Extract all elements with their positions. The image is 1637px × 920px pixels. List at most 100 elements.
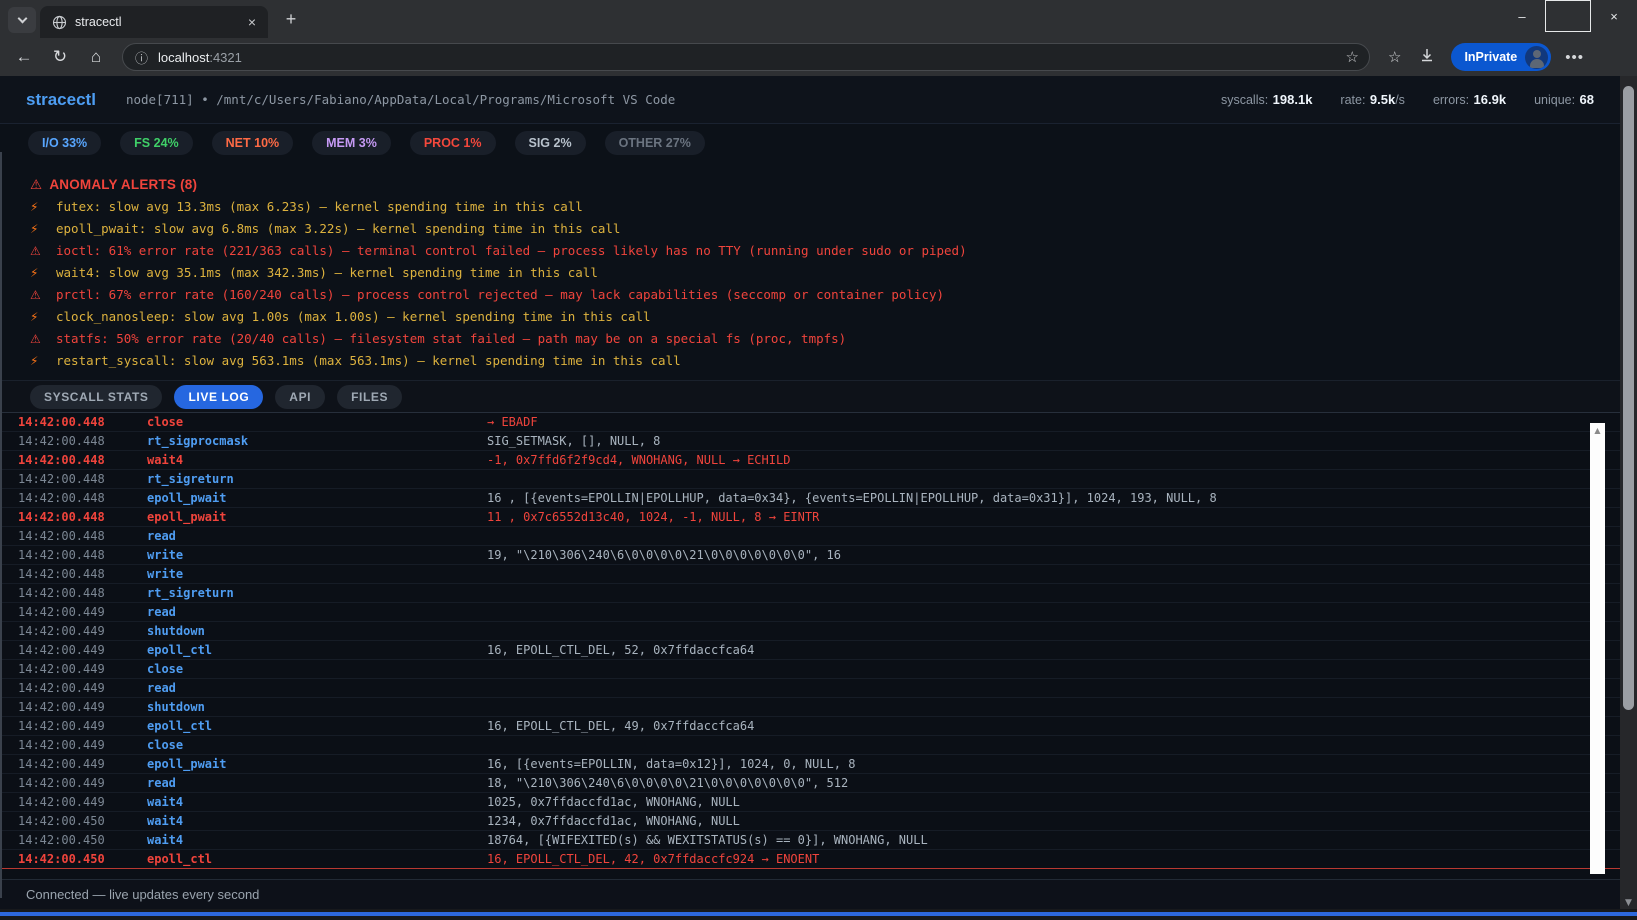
tab-search-button[interactable] [8, 7, 36, 33]
alerts-title-text: ANOMALY ALERTS (8) [49, 177, 197, 192]
alert-text: prctl: 67% error rate (160/240 calls) — … [56, 284, 944, 306]
log-timestamp: 14:42:00.449 [0, 698, 147, 716]
alert-icon: ⚡ [30, 218, 56, 240]
log-syscall-args: -1, 0x7ffd6f2f9cd4, WNOHANG, NULL → ECHI… [487, 451, 1620, 469]
view-tab[interactable]: LIVE LOG [174, 385, 263, 409]
category-badge: MEM 3% [312, 131, 391, 155]
log-timestamp: 14:42:00.448 [0, 565, 147, 583]
header-stats: syscalls: 198.1k rate: 9.5k/s errors: 16… [1221, 91, 1594, 109]
view-tab[interactable]: API [275, 385, 325, 409]
alert-line: ⚡ clock_nanosleep: slow avg 1.00s (max 1… [30, 306, 1620, 328]
refresh-button[interactable]: ↻ [48, 47, 72, 67]
log-syscall-args: 16, [{events=EPOLLIN, data=0x12}], 1024,… [487, 755, 1620, 773]
address-bar[interactable]: ⓘ localhost :4321 ☆ [122, 43, 1370, 71]
log-syscall-args [487, 603, 1620, 621]
log-syscall-name: close [147, 660, 487, 678]
log-row: 14:42:00.450 wait4 18764, [{WIFEXITED(s)… [0, 831, 1620, 850]
log-row: 14:42:00.449 read [0, 603, 1620, 622]
log-timestamp: 14:42:00.449 [0, 660, 147, 678]
log-timestamp: 14:42:00.449 [0, 717, 147, 735]
view-tab[interactable]: FILES [337, 385, 402, 409]
log-syscall-args [487, 565, 1620, 583]
alert-text: clock_nanosleep: slow avg 1.00s (max 1.0… [56, 306, 651, 328]
alert-line: ⚡ futex: slow avg 13.3ms (max 6.23s) — k… [30, 196, 1620, 218]
log-row: 14:42:00.448 close → EBADF [0, 413, 1620, 432]
log-syscall-args [487, 527, 1620, 545]
log-syscall-name: epoll_pwait [147, 508, 487, 526]
app-title: stracectl [26, 90, 96, 110]
log-syscall-name: write [147, 565, 487, 583]
log-syscall-args: 16, EPOLL_CTL_DEL, 52, 0x7ffdaccfca64 [487, 641, 1620, 659]
log-syscall-name: write [147, 546, 487, 564]
url-port: :4321 [209, 50, 242, 65]
log-row: 14:42:00.448 read [0, 527, 1620, 546]
stat-label: syscalls: [1221, 93, 1268, 107]
log-row: 14:42:00.448 wait4 -1, 0x7ffd6f2f9cd4, W… [0, 451, 1620, 470]
browser-tab[interactable]: stracectl × [40, 6, 268, 38]
inprivate-badge[interactable]: InPrivate [1451, 43, 1551, 71]
scroll-up-arrow-icon[interactable]: ▲ [1590, 423, 1605, 438]
browser-scrollbar[interactable]: ▼ [1620, 76, 1637, 909]
browser-window: stracectl × + – × ← ↻ ⌂ ⓘ localhost :432… [0, 0, 1637, 920]
alert-text: wait4: slow avg 35.1ms (max 342.3ms) — k… [56, 262, 598, 284]
traced-process-info: node[711] • /mnt/c/Users/Fabiano/AppData… [126, 92, 675, 107]
window-accent-line [0, 912, 1637, 916]
log-syscall-args [487, 470, 1620, 488]
log-timestamp: 14:42:00.450 [0, 812, 147, 830]
alert-line: ⚠ ioctl: 61% error rate (221/363 calls) … [30, 240, 1620, 262]
category-badges: I/O 33% FS 24% NET 10% MEM 3% PROC 1% SI… [0, 124, 1620, 162]
browser-scrollbar-thumb[interactable] [1623, 86, 1634, 710]
stat-value: 9.5k [1370, 92, 1395, 107]
log-row: 14:42:00.449 shutdown [0, 698, 1620, 717]
view-tab[interactable]: SYSCALL STATS [30, 385, 162, 409]
download-icon[interactable] [1419, 47, 1435, 68]
log-syscall-name: wait4 [147, 831, 487, 849]
log-syscall-args: 16 , [{events=EPOLLIN|EPOLLHUP, data=0x3… [487, 489, 1620, 507]
log-scrollbar[interactable]: ▲ [1590, 423, 1605, 874]
log-row: 14:42:00.449 epoll_ctl 16, EPOLL_CTL_DEL… [0, 641, 1620, 660]
window-controls: – × [1499, 0, 1637, 32]
log-row: 14:42:00.448 rt_sigprocmask SIG_SETMASK,… [0, 432, 1620, 451]
category-badge: NET 10% [212, 131, 294, 155]
browser-menu-button[interactable]: ••• [1565, 49, 1584, 66]
log-timestamp: 14:42:00.449 [0, 603, 147, 621]
new-tab-button[interactable]: + [278, 7, 304, 33]
home-button[interactable]: ⌂ [84, 47, 108, 67]
log-timestamp: 14:42:00.449 [0, 755, 147, 773]
stat-value: 16.9k [1474, 92, 1507, 107]
scroll-down-arrow-icon[interactable]: ▼ [1620, 898, 1637, 908]
alerts-title: ⚠ ANOMALY ALERTS (8) [30, 174, 1620, 196]
log-timestamp: 14:42:00.449 [0, 622, 147, 640]
anomaly-alerts-panel: ⚠ ANOMALY ALERTS (8) ⚡ futex: slow avg 13… [0, 162, 1620, 380]
favorite-star-icon[interactable]: ☆ [1346, 48, 1359, 66]
stat: errors: 16.9k [1433, 91, 1506, 109]
back-button[interactable]: ← [12, 47, 36, 67]
log-syscall-args [487, 660, 1620, 678]
log-syscall-args: 19, "\210\306\240\6\0\0\0\0\21\0\0\0\0\0… [487, 546, 1620, 564]
log-row: 14:42:00.449 wait4 1025, 0x7ffdaccfd1ac,… [0, 793, 1620, 812]
minimize-button[interactable]: – [1499, 0, 1545, 32]
url-host: localhost [158, 50, 209, 65]
collections-icon[interactable]: ☆ [1388, 48, 1401, 66]
warning-icon: ⚠ [30, 177, 42, 193]
tab-close-icon[interactable]: × [244, 14, 260, 30]
log-syscall-name: wait4 [147, 812, 487, 830]
log-timestamp: 14:42:00.449 [0, 793, 147, 811]
app-header: stracectl node[711] • /mnt/c/Users/Fabia… [0, 76, 1620, 124]
category-badge: FS 24% [120, 131, 192, 155]
window-close-button[interactable]: × [1591, 0, 1637, 32]
log-row: 14:42:00.448 epoll_pwait 11 , 0x7c6552d1… [0, 508, 1620, 527]
log-row: 14:42:00.449 close [0, 736, 1620, 755]
window-left-border [0, 152, 2, 898]
log-syscall-name: wait4 [147, 451, 487, 469]
log-syscall-args: → EBADF [487, 413, 1620, 431]
maximize-icon [1545, 0, 1591, 32]
alert-text: futex: slow avg 13.3ms (max 6.23s) — ker… [56, 196, 583, 218]
maximize-button[interactable] [1545, 0, 1591, 32]
log-timestamp: 14:42:00.449 [0, 774, 147, 792]
globe-favicon-icon [52, 15, 67, 30]
site-info-icon[interactable]: ⓘ [135, 48, 148, 67]
log-syscall-name: read [147, 527, 487, 545]
stat: unique: 68 [1534, 91, 1594, 109]
alert-icon: ⚡ [30, 196, 56, 218]
